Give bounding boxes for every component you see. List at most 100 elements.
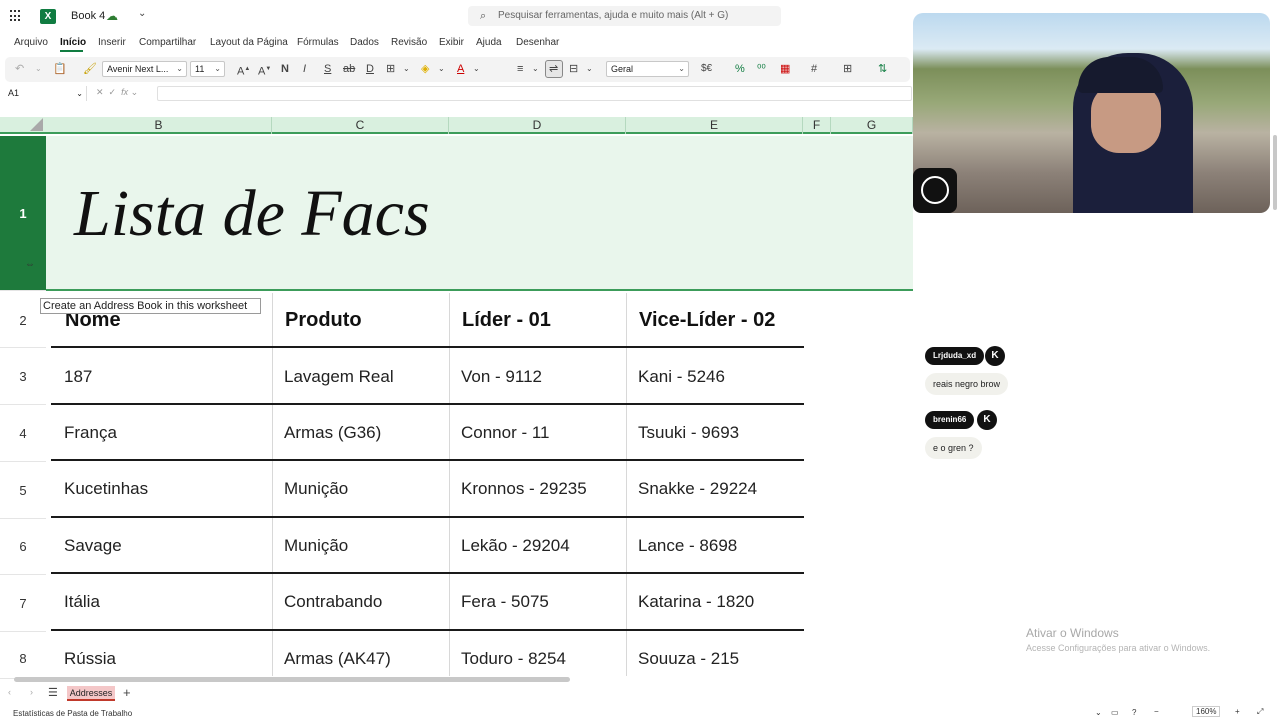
font-color-icon[interactable]: A [457,62,464,76]
cell-nome[interactable]: Itália [64,592,100,612]
help-icon[interactable]: ? [1132,708,1136,717]
bold-button[interactable]: N [281,62,289,76]
percent-icon[interactable]: % [735,62,745,76]
tab-dados[interactable]: Dados [350,37,379,48]
insert-cells-icon[interactable]: # [811,62,817,76]
column-header-d[interactable]: D [449,117,626,134]
row-header-6[interactable]: 6 [0,519,46,575]
next-sheet-icon[interactable]: › [30,687,33,697]
row-header-3[interactable]: 3 [0,349,46,405]
header-produto[interactable]: Produto [285,309,362,332]
app-launcher-icon[interactable] [10,10,22,22]
tab-ajuda[interactable]: Ajuda [476,37,502,48]
sort-filter-icon[interactable]: ⇅ [878,62,887,76]
cell-nome[interactable]: Rússia [64,649,116,669]
table-format-icon[interactable]: ⊞ [843,62,852,76]
cell-vice-lider[interactable]: Katarina - 1820 [638,592,754,612]
document-title[interactable]: Book 4 [71,10,105,22]
tab-desenhar[interactable]: Desenhar [516,37,559,48]
prev-sheet-icon[interactable]: ‹ [8,687,11,697]
workbook-stats[interactable]: Estatísticas de Pasta de Trabalho [13,709,132,718]
column-header-g[interactable]: G [831,117,913,134]
cell-produto[interactable]: Armas (AK47) [284,649,391,669]
tab-inserir[interactable]: Inserir [98,37,126,48]
chevron-down-icon[interactable]: ⌄ [138,8,146,19]
cell-lider[interactable]: Toduro - 8254 [461,649,566,669]
cell-nome[interactable]: 187 [64,367,92,387]
cell-vice-lider[interactable]: Kani - 5246 [638,367,725,387]
add-sheet-icon[interactable]: + [123,685,131,700]
sheet-list-icon[interactable]: ☰ [48,686,58,699]
header-lider[interactable]: Líder - 01 [462,309,551,332]
decimal-icon[interactable]: ⁰⁰ [757,62,766,76]
tab-layout[interactable]: Layout da Página [210,37,288,48]
zoom-level[interactable]: 160% [1192,706,1221,717]
chevron-down-icon[interactable]: ⌄ [438,62,445,76]
row-header-4[interactable]: 4 [0,406,46,462]
strikethrough-icon[interactable]: ab [343,62,355,76]
cell-produto[interactable]: Munição [284,479,348,499]
fit-screen-icon[interactable]: ⤢ [1257,707,1263,717]
tab-arquivo[interactable]: Arquivo [14,37,48,48]
align-icon[interactable]: ≡ [517,62,523,76]
zoom-in-icon[interactable]: + [1235,707,1240,716]
cell-vice-lider[interactable]: Souuza - 215 [638,649,739,669]
cell-produto[interactable]: Lavagem Real [284,367,394,387]
cell-lider[interactable]: Lekão - 29204 [461,536,570,556]
row-header-8[interactable]: 8 [0,633,46,679]
view-normal-icon[interactable]: ▭ [1111,708,1119,717]
vertical-scrollbar[interactable] [1273,135,1277,210]
merge-cells-icon[interactable]: ⊟ [569,62,578,76]
select-all-corner[interactable] [30,118,43,131]
tab-compartilhar[interactable]: Compartilhar [139,37,196,48]
chevron-down-icon[interactable]: ⌄ [586,62,593,76]
number-format-select[interactable]: Geral ⌄ [606,61,689,77]
decrease-font-icon[interactable]: A▼ [258,62,271,79]
tab-exibir[interactable]: Exibir [439,37,464,48]
cell-produto[interactable]: Contrabando [284,592,382,612]
cell-vice-lider[interactable]: Tsuuki - 9693 [638,423,739,443]
cell-vice-lider[interactable]: Lance - 8698 [638,536,737,556]
header-vice-lider[interactable]: Vice-Líder - 02 [639,309,775,332]
double-underline-icon[interactable]: D [366,62,374,76]
function-icon[interactable]: fx [121,87,128,97]
fill-color-icon[interactable]: ◈ [421,62,429,76]
cell-lider[interactable]: Connor - 11 [461,423,550,443]
paste-icon[interactable]: 📋 [53,62,67,76]
tab-revisao[interactable]: Revisão [391,37,427,48]
currency-button[interactable]: $€ [701,62,712,76]
zoom-out-icon[interactable]: − [1154,707,1159,716]
borders-icon[interactable]: ⊞ [386,62,395,76]
chevron-down-icon[interactable]: ⌄ [473,62,480,76]
formula-input[interactable] [157,86,912,101]
undo-dropdown-icon[interactable]: ⌄ [35,62,42,76]
font-name-select[interactable]: Avenir Next L... ⌄ [102,61,187,77]
cell-nome[interactable]: Savage [64,536,122,556]
cell-nome[interactable]: França [64,423,117,443]
format-painter-icon[interactable]: 🖌 [83,62,97,76]
name-box[interactable]: A1 ⌄ [5,86,87,101]
font-size-select[interactable]: 11 ⌄ [190,61,225,77]
tab-inicio[interactable]: Início [60,37,86,48]
chevron-down-icon[interactable]: ⌄ [532,62,539,76]
tab-formulas[interactable]: Fórmulas [297,37,339,48]
chevron-down-icon[interactable]: ⌄ [1095,708,1102,717]
undo-icon[interactable]: ↶ [15,62,24,76]
cell-vice-lider[interactable]: Snakke - 29224 [638,479,757,499]
cell-lider[interactable]: Von - 9112 [461,367,542,387]
row-header-5[interactable]: 5 [0,463,46,519]
horizontal-scrollbar[interactable] [14,677,570,682]
cell-produto[interactable]: Armas (G36) [284,423,381,443]
sheet-tab-addresses[interactable]: Addresses [67,686,115,701]
row-header-7[interactable]: 7 [0,576,46,632]
underline-button[interactable]: S [324,62,331,76]
cell-lider[interactable]: Fera - 5075 [461,592,549,612]
column-header-b[interactable]: B [46,117,272,134]
conditional-format-icon[interactable]: ▦ [780,62,790,76]
column-header-f[interactable]: F [803,117,831,134]
cell-nome[interactable]: Kucetinhas [64,479,148,499]
cell-produto[interactable]: Munição [284,536,348,556]
column-header-c[interactable]: C [272,117,449,134]
column-header-e[interactable]: E [626,117,803,134]
row-header-1[interactable]: 1 [0,136,46,291]
